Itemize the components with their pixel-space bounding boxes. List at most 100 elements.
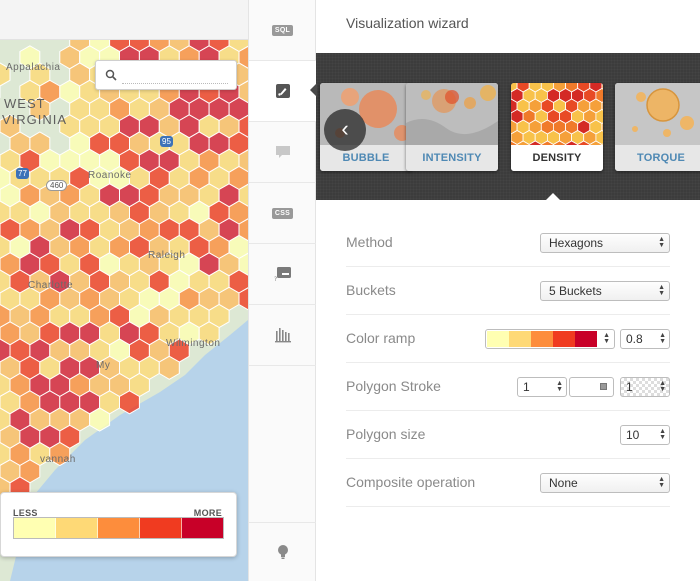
map-search-input[interactable] (122, 67, 228, 84)
viz-card-label: INTENSITY (406, 145, 498, 171)
search-icon (105, 69, 117, 81)
polygon-size-row: Polygon size 10 ▲ ▼ (346, 411, 670, 459)
stroke-width-stepper[interactable]: 1 ▲ ▼ (517, 377, 567, 397)
color-swatch (575, 331, 597, 347)
color-ramp-select[interactable]: ▲ ▼ (485, 329, 615, 349)
map-label-wilmington: Wilmington (166, 338, 221, 349)
buckets-row: Buckets 5 Buckets ▲ ▼ (346, 267, 670, 315)
color-swatch (509, 331, 531, 347)
color-swatch (98, 518, 140, 538)
tool-sidebar: SQL CSS ? (248, 0, 316, 581)
stepper-arrows-icon: ▲ ▼ (659, 428, 666, 441)
visualization-wizard-panel: Visualization wizard BUBBLE INTENSITY DE… (316, 0, 700, 581)
viz-card-label: TORQUE (615, 145, 700, 171)
viz-card-label: DENSITY (511, 145, 603, 171)
stroke-color-picker[interactable] (569, 377, 614, 397)
stroke-opacity-stepper[interactable]: 1 ▲ ▼ (620, 377, 670, 397)
highway-460-shield: 460 (46, 180, 68, 191)
color-ramp-label: Color ramp (346, 330, 416, 346)
buckets-select-value: 5 Buckets (549, 284, 602, 298)
torque-thumbnail (615, 83, 700, 145)
color-ramp-opacity-stepper[interactable]: 0.8 ▲ ▼ (620, 329, 670, 349)
polygon-size-label: Polygon size (346, 426, 426, 442)
color-ramp-row: Color ramp ▲ ▼ 0.8 ▲ ▼ (346, 315, 670, 363)
map-label-raleigh: Raleigh (148, 250, 186, 261)
stroke-width-value: 1 (523, 380, 530, 394)
viz-card-label: BUBBLE (320, 145, 412, 171)
color-swatch (553, 331, 575, 347)
viz-card-torque[interactable]: TORQUE (615, 83, 700, 171)
sql-icon: SQL (271, 24, 294, 36)
map-label-appalachia: Appalachia (6, 62, 61, 73)
method-label: Method (346, 234, 393, 250)
color-swatch (182, 518, 223, 538)
svg-text:?: ? (274, 276, 277, 282)
select-arrows-icon: ▲ ▼ (658, 284, 665, 297)
brush-icon (275, 84, 290, 98)
map-label-myrtle: My (96, 360, 111, 371)
carousel-prev-button[interactable]: ‹ (324, 109, 366, 151)
css-icon: CSS (271, 207, 294, 219)
map-label-west: WEST (4, 96, 46, 111)
map-search-box[interactable] (95, 60, 237, 90)
stepper-arrows-icon: ▲ ▼ (659, 380, 666, 393)
color-ramp-swatches (487, 331, 597, 347)
bulb-tool-button[interactable] (249, 522, 316, 581)
map-label-virginia: VIRGINIA (2, 112, 68, 127)
map-label-roanoke: Roanoke (88, 170, 132, 181)
composite-operation-select[interactable]: None ▲ ▼ (540, 473, 670, 493)
legend-color-bar (13, 517, 224, 539)
select-arrows-icon: ▲ ▼ (658, 476, 665, 489)
select-arrows-icon: ▲ ▼ (603, 332, 610, 345)
polygon-stroke-row: Polygon Stroke 1 ▲ ▼ 1 ▲ ▼ (346, 363, 670, 411)
chevron-left-icon: ‹ (341, 116, 349, 141)
color-swatch (14, 518, 56, 538)
composite-operation-value: None (549, 476, 578, 490)
infowindow-tool-button[interactable] (249, 122, 316, 183)
composite-operation-row: Composite operation None ▲ ▼ (346, 459, 670, 507)
css-tool-button[interactable]: CSS (249, 183, 316, 244)
method-select[interactable]: Hexagons ▲ ▼ (540, 233, 670, 253)
stroke-opacity-value: 1 (626, 380, 633, 394)
stepper-arrows-icon: ▲ ▼ (659, 332, 666, 345)
style-wizard-button[interactable] (249, 61, 316, 122)
map-top-bar (0, 0, 248, 40)
color-swatch (56, 518, 98, 538)
active-tool-indicator (310, 83, 317, 97)
color-swatch-icon (600, 383, 607, 390)
polygon-size-value: 10 (626, 428, 640, 442)
viz-card-intensity[interactable]: INTENSITY (406, 83, 498, 171)
highway-95-shield: 95 (160, 136, 173, 147)
map-view[interactable]: Appalachia WEST VIRGINIA Roanoke Charlot… (0, 0, 248, 581)
polygon-stroke-label: Polygon Stroke (346, 378, 441, 394)
widgets-tool-button[interactable] (249, 305, 316, 366)
buckets-select[interactable]: 5 Buckets ▲ ▼ (540, 281, 670, 301)
sql-tool-button[interactable]: SQL (249, 0, 316, 61)
viz-card-density[interactable]: DENSITY (511, 83, 603, 171)
select-arrows-icon: ▲ ▼ (658, 236, 665, 249)
stepper-arrows-icon: ▲ ▼ (556, 380, 563, 393)
color-swatch (140, 518, 182, 538)
color-ramp-opacity-value: 0.8 (626, 332, 643, 346)
composite-operation-label: Composite operation (346, 474, 476, 490)
active-card-pointer (545, 193, 561, 201)
method-row: Method Hexagons ▲ ▼ (346, 219, 670, 267)
intensity-thumbnail (406, 83, 498, 145)
panel-title: Visualization wizard (346, 15, 469, 31)
speech-bubble-icon (275, 146, 290, 158)
histogram-icon (274, 328, 291, 343)
visualization-carousel: BUBBLE INTENSITY DENSITY TORQUE ‹ (316, 53, 700, 201)
highway-77-shield: 77 (16, 168, 29, 179)
hexbin-cell (158, 355, 180, 380)
map-legend: LESS MORE (0, 492, 237, 557)
map-label-charlotte: Charlotte (28, 280, 74, 291)
map-label-savannah: vannah (40, 454, 76, 465)
lightbulb-icon (277, 545, 288, 559)
density-thumbnail (511, 83, 603, 145)
legend-tool-button[interactable]: ? (249, 244, 316, 305)
method-select-value: Hexagons (549, 236, 604, 250)
legend-icon: ? (274, 267, 291, 282)
polygon-size-stepper[interactable]: 10 ▲ ▼ (620, 425, 670, 445)
color-swatch (487, 331, 509, 347)
color-swatch (531, 331, 553, 347)
